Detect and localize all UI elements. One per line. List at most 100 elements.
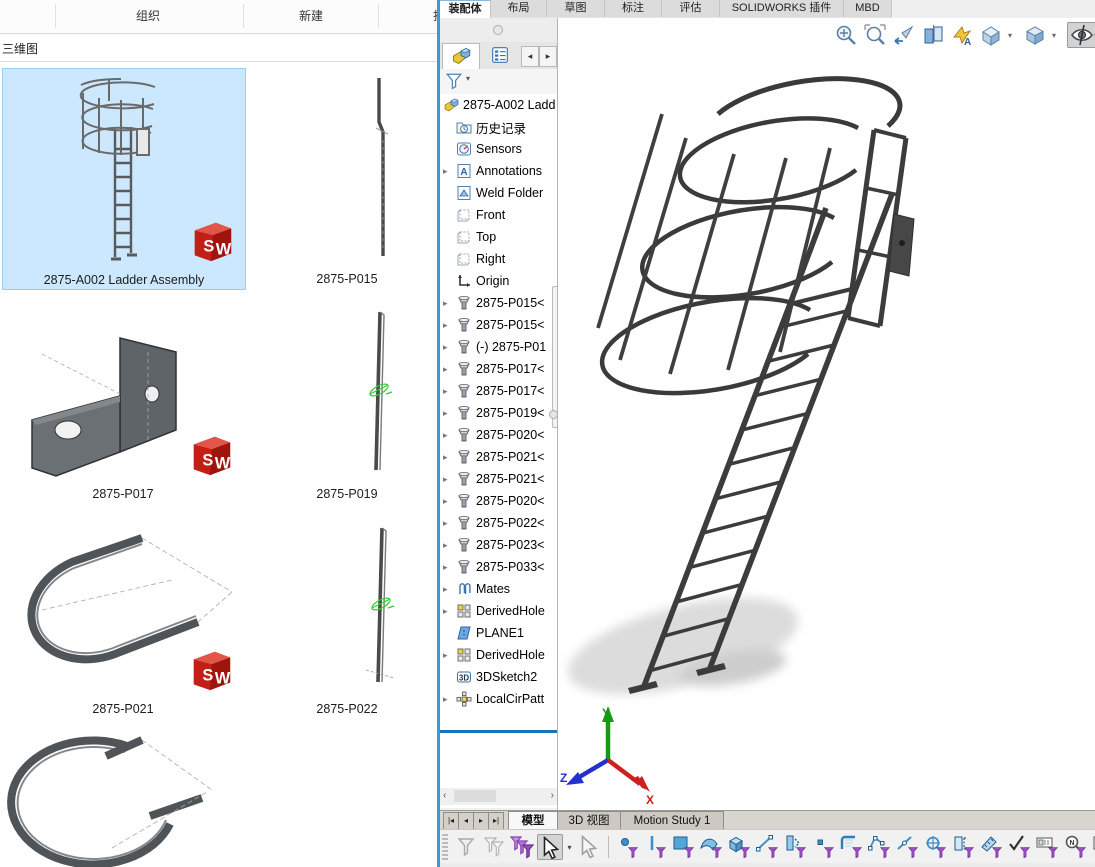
filter-mirror-plane-icon[interactable] bbox=[783, 834, 809, 860]
expand-arrow[interactable]: ▸ bbox=[440, 540, 456, 551]
tab-sketch[interactable]: 草图 bbox=[547, 0, 605, 17]
filter-annotations-icon[interactable]: A bbox=[1091, 834, 1095, 860]
filter-center-marks-icon[interactable] bbox=[923, 834, 949, 860]
filter-funnel-icon[interactable] bbox=[445, 72, 463, 90]
filter-sketch-segments-icon[interactable] bbox=[755, 834, 781, 860]
expand-arrow[interactable]: ▸ bbox=[440, 320, 456, 331]
tree-item-component[interactable]: ▸2875-P019< bbox=[440, 402, 557, 424]
magnified-selection-icon[interactable] bbox=[576, 834, 602, 860]
file-card-p019[interactable]: 2875-P019 bbox=[258, 300, 436, 503]
expand-arrow[interactable]: ▸ bbox=[440, 518, 456, 529]
tree-item-plane1[interactable]: PLANE1 bbox=[440, 622, 557, 644]
tree-item-sensors[interactable]: Sensors bbox=[440, 138, 557, 160]
tab-feature-tree[interactable] bbox=[442, 43, 480, 69]
tab-model[interactable]: 模型 bbox=[508, 811, 558, 830]
tree-item-derived-pattern[interactable]: ▸DerivedHole bbox=[440, 600, 557, 622]
filter-sketch-points-icon[interactable] bbox=[811, 834, 837, 860]
tree-item-component[interactable]: ▸2875-P015< bbox=[440, 314, 557, 336]
filter-axes-icon[interactable] bbox=[895, 834, 921, 860]
scrollbar-thumb[interactable] bbox=[454, 790, 496, 802]
expand-arrow[interactable]: ▸ bbox=[440, 474, 456, 485]
tree-item-component[interactable]: ▸2875-P017< bbox=[440, 358, 557, 380]
rollback-bar[interactable] bbox=[440, 730, 557, 733]
tree-item-component[interactable]: ▸2875-P033< bbox=[440, 556, 557, 578]
expand-arrow[interactable]: ▸ bbox=[440, 606, 456, 617]
tree-item-component[interactable]: ▸2875-P015< bbox=[440, 292, 557, 314]
filter-solid-bodies-icon[interactable] bbox=[727, 834, 753, 860]
tab-motion-study[interactable]: Motion Study 1 bbox=[620, 811, 724, 830]
tree-item-component[interactable]: ▸2875-P023< bbox=[440, 534, 557, 556]
select-tool-icon[interactable] bbox=[537, 834, 563, 860]
filter-edges-icon[interactable] bbox=[643, 834, 669, 860]
expand-arrow[interactable]: ▸ bbox=[440, 452, 456, 463]
filter-toggle-active-icon[interactable] bbox=[509, 834, 535, 860]
file-card-p015[interactable]: 2875-P015 bbox=[258, 68, 436, 288]
tree-item-component[interactable]: ▸2875-P020< bbox=[440, 490, 557, 512]
tab-assembly[interactable]: 装配体 bbox=[440, 0, 491, 18]
filter-surface-bodies-icon[interactable] bbox=[699, 834, 725, 860]
tree-item-component[interactable]: ▸2875-P021< bbox=[440, 468, 557, 490]
tree-item-mates[interactable]: ▸Mates bbox=[440, 578, 557, 600]
new-button[interactable]: 新建 bbox=[244, 0, 378, 32]
tree-item-component[interactable]: ▸(-) 2875-P01 bbox=[440, 336, 557, 358]
expand-arrow[interactable]: ▸ bbox=[440, 408, 456, 419]
tab-3d-views[interactable]: 3D 视图 bbox=[557, 811, 621, 830]
expand-arrow[interactable]: ▸ bbox=[440, 694, 456, 705]
tree-item-component[interactable]: ▸2875-P017< bbox=[440, 380, 557, 402]
tree-root[interactable]: 2875-A002 Ladd bbox=[440, 94, 557, 116]
tree-item-3dsketch[interactable]: 3DSketch2 bbox=[440, 666, 557, 688]
tree-item-circular-pattern[interactable]: ▸LocalCirPatt bbox=[440, 688, 557, 710]
expand-arrow[interactable]: ▸ bbox=[440, 584, 456, 595]
filter-reference-planes-icon[interactable] bbox=[951, 834, 977, 860]
last-tab-icon[interactable]: ▸| bbox=[488, 812, 504, 830]
filter-faces-icon[interactable] bbox=[671, 834, 697, 860]
tree-item-component[interactable]: ▸2875-P020< bbox=[440, 424, 557, 446]
panel-scroll-left-arrow[interactable]: ◂ bbox=[521, 46, 539, 67]
file-card-p021[interactable]: 2875-P021 bbox=[2, 518, 244, 718]
expand-arrow[interactable]: ▸ bbox=[440, 298, 456, 309]
tab-mbd[interactable]: MBD bbox=[844, 0, 892, 17]
tab-property-manager[interactable] bbox=[482, 43, 518, 68]
filter-frames-icon[interactable] bbox=[839, 834, 865, 860]
toolbar-grip[interactable] bbox=[442, 834, 448, 860]
tree-item-top-plane[interactable]: Top bbox=[440, 226, 557, 248]
filter-dimension-boxes-icon[interactable] bbox=[1035, 834, 1061, 860]
file-card-ring-partial[interactable] bbox=[2, 728, 244, 867]
scroll-left-icon[interactable]: ‹ bbox=[443, 790, 446, 801]
select-tool-caret[interactable]: ▾ bbox=[564, 843, 575, 852]
filter-welds-check-icon[interactable] bbox=[1007, 834, 1033, 860]
expand-arrow[interactable]: ▸ bbox=[440, 386, 456, 397]
panel-scroll-right-arrow[interactable]: ▸ bbox=[539, 46, 557, 67]
tab-markup[interactable]: 标注 bbox=[605, 0, 662, 17]
expand-arrow[interactable]: ▸ bbox=[440, 650, 456, 661]
tree-item-weld-folder[interactable]: Weld Folder bbox=[440, 182, 557, 204]
filter-dimensions-icon[interactable] bbox=[979, 834, 1005, 860]
expand-arrow[interactable]: ▸ bbox=[440, 430, 456, 441]
tab-evaluate[interactable]: 评估 bbox=[662, 0, 720, 17]
file-card-ladder-assembly[interactable]: 2875-A002 Ladder Assembly bbox=[2, 68, 246, 290]
expand-arrow[interactable]: ▸ bbox=[440, 342, 456, 353]
tab-layout[interactable]: 布局 bbox=[491, 0, 547, 17]
first-tab-icon[interactable]: |◂ bbox=[443, 812, 459, 830]
file-card-p022[interactable]: 2875-P022 bbox=[258, 518, 436, 718]
prev-tab-icon[interactable]: ◂ bbox=[458, 812, 474, 830]
expand-arrow[interactable]: ▸ bbox=[440, 496, 456, 507]
tree-item-component[interactable]: ▸2875-P021< bbox=[440, 446, 557, 468]
tree-item-component[interactable]: ▸2875-P022< bbox=[440, 512, 557, 534]
expand-arrow[interactable]: ▸ bbox=[440, 166, 456, 177]
tree-item-right-plane[interactable]: Right bbox=[440, 248, 557, 270]
scroll-right-icon[interactable]: › bbox=[551, 790, 554, 801]
expand-arrow[interactable]: ▸ bbox=[440, 562, 456, 573]
filter-single-icon[interactable] bbox=[453, 834, 479, 860]
tree-item-origin[interactable]: Origin bbox=[440, 270, 557, 292]
filter-vertices-icon[interactable] bbox=[615, 834, 641, 860]
tree-horizontal-scrollbar[interactable]: ‹ › bbox=[440, 788, 557, 805]
graphics-viewport[interactable]: A ▾ ▾ ▾ bbox=[557, 18, 1095, 810]
tree-item-annotations[interactable]: ▸Annotations bbox=[440, 160, 557, 182]
filter-dropdown-caret[interactable]: ▾ bbox=[466, 74, 470, 83]
next-tab-icon[interactable]: ▸ bbox=[473, 812, 489, 830]
tree-item-front-plane[interactable]: Front bbox=[440, 204, 557, 226]
tree-item-history[interactable]: 历史记录 bbox=[440, 116, 557, 138]
filter-polylines-icon[interactable] bbox=[867, 834, 893, 860]
filter-notes-icon[interactable]: N bbox=[1063, 834, 1089, 860]
